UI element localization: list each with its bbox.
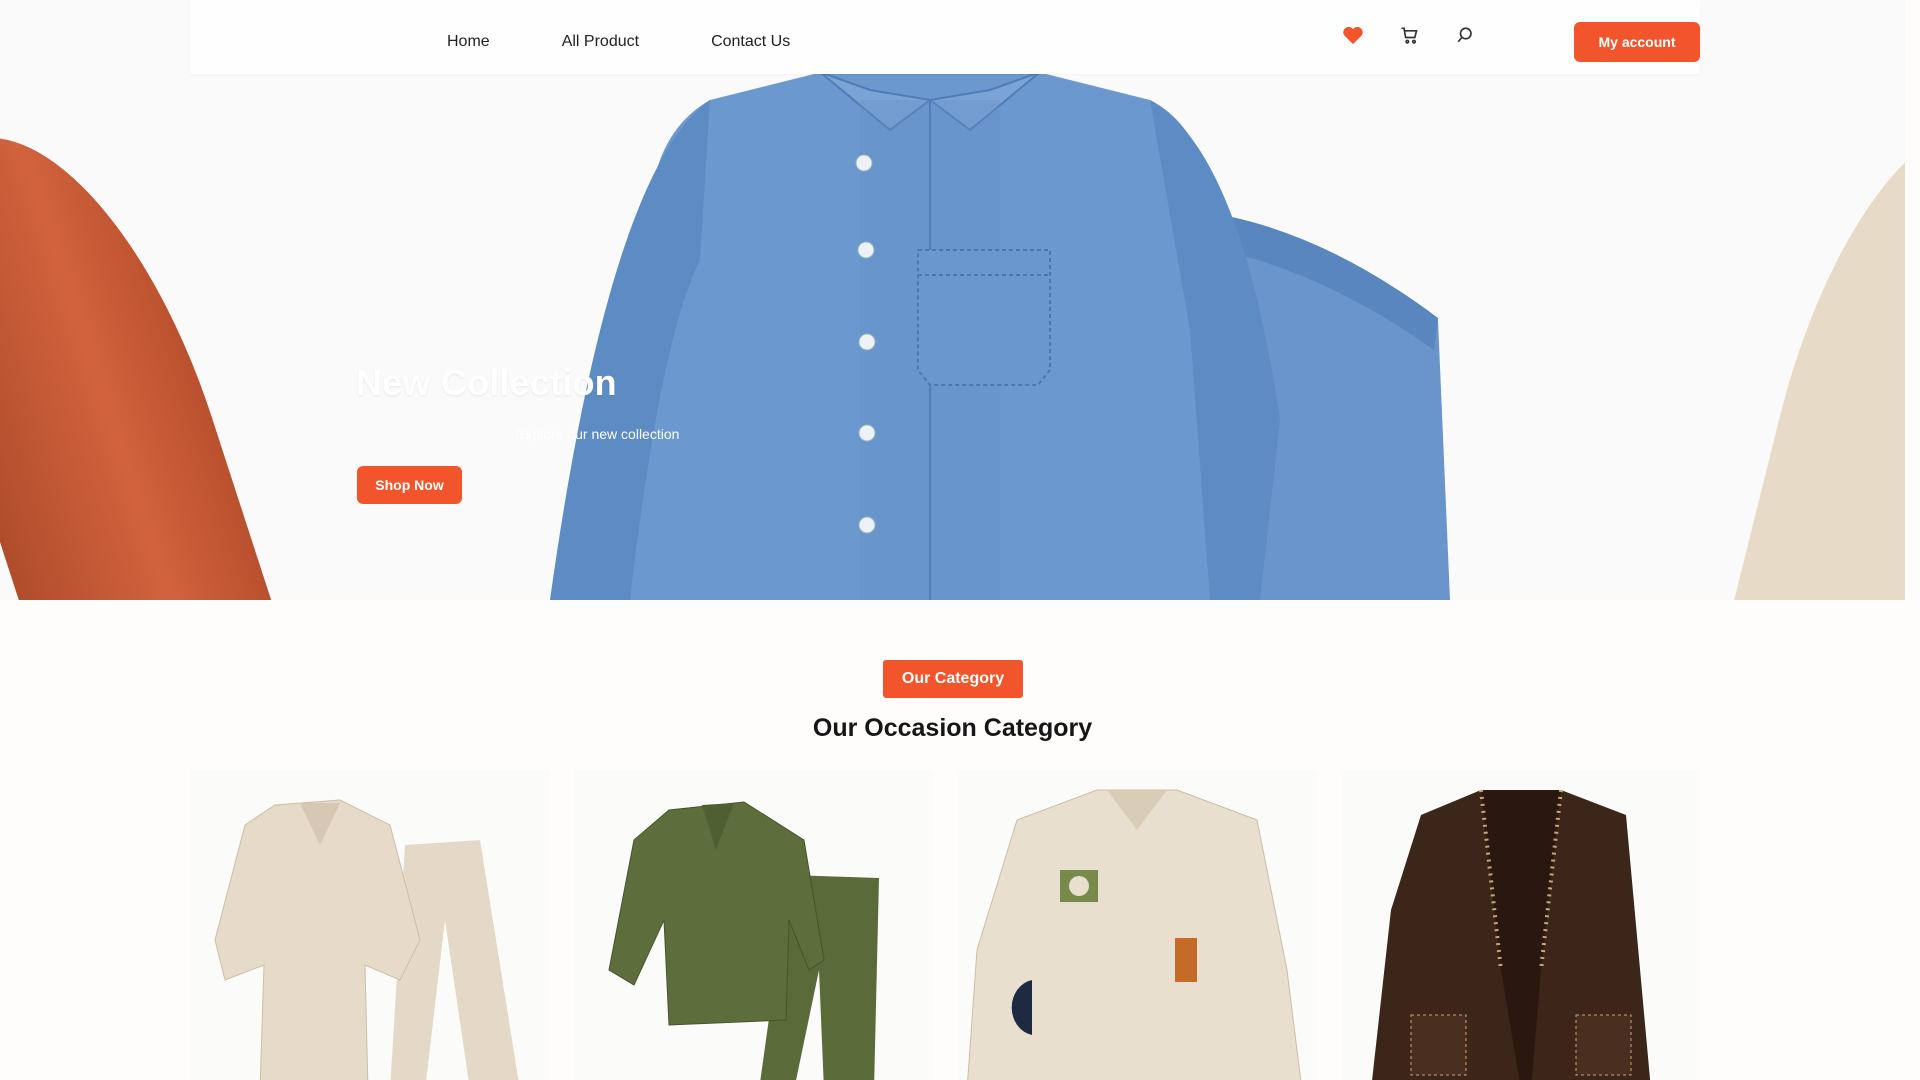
page: New Collection Explore our new collectio… (0, 0, 1905, 1080)
main-nav: Home All Product Contact Us (447, 0, 862, 84)
hero-text: New Collection Explore our new collectio… (356, 362, 679, 442)
category-card-olive-set[interactable] (573, 770, 933, 1080)
category-card-beige-set[interactable] (190, 770, 550, 1080)
beige-set-image (214, 799, 519, 1080)
heart-icon[interactable] (1340, 22, 1366, 48)
hero-next-slide-preview (1725, 90, 1905, 600)
nav-link-contact-us[interactable]: Contact Us (711, 33, 790, 51)
hero-denim-set-image (550, 70, 1450, 600)
hero-banner: New Collection Explore our new collectio… (0, 0, 1905, 600)
top-navbar: Home All Product Contact Us My account (190, 0, 1700, 74)
hero-title: New Collection (356, 362, 617, 403)
hero-subtitle: Explore our new collection (516, 426, 680, 442)
nav-icon-group (1340, 22, 1478, 48)
patchwork-shirt-image (967, 789, 1302, 1080)
category-card-list (190, 770, 1700, 1080)
nav-link-all-product[interactable]: All Product (562, 33, 639, 51)
category-section-title: Our Occasion Category (812, 714, 1093, 742)
cart-icon[interactable] (1396, 22, 1422, 48)
embellished-jacket-image (1371, 789, 1650, 1080)
hero-prev-slide-preview (0, 96, 281, 600)
search-icon[interactable] (1452, 22, 1478, 48)
category-badge: Our Category (883, 660, 1023, 698)
my-account-button[interactable]: My account (1574, 22, 1700, 62)
nav-link-home[interactable]: Home (447, 33, 490, 51)
category-card-embellished-jacket[interactable] (1340, 770, 1700, 1080)
category-card-patchwork-shirt[interactable] (957, 770, 1317, 1080)
olive-set-image (607, 801, 879, 1080)
shop-now-button[interactable]: Shop Now (357, 466, 462, 504)
